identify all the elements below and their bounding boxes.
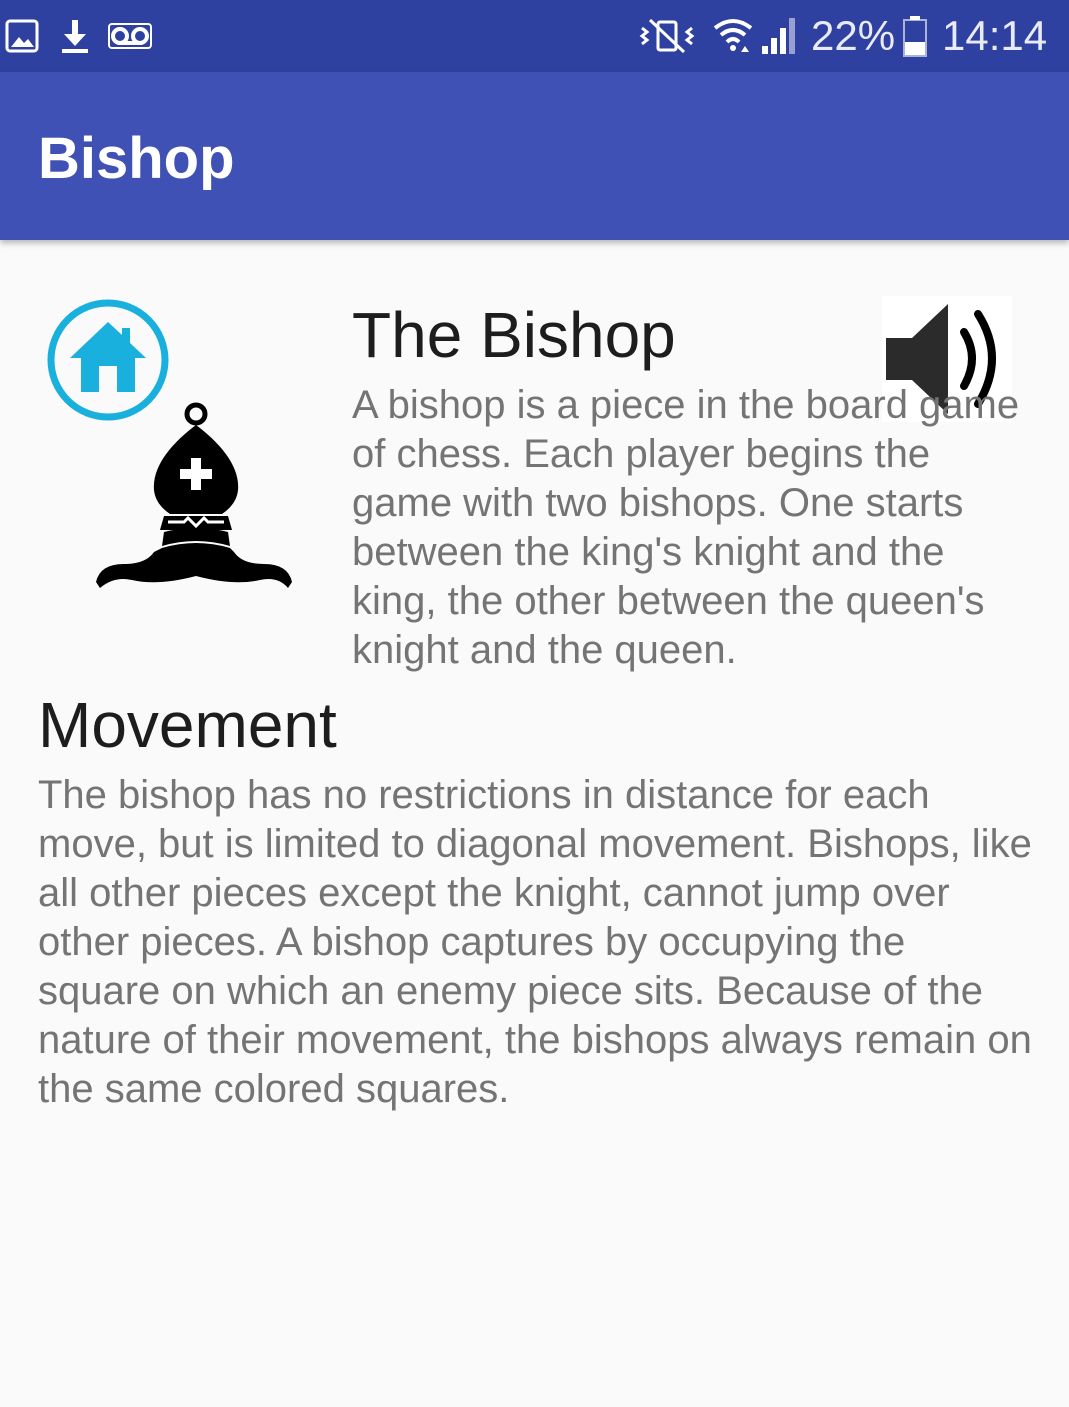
signal-icon xyxy=(762,18,795,54)
battery-icon xyxy=(903,16,927,57)
voicemail-icon xyxy=(108,23,152,49)
download-icon xyxy=(62,20,88,53)
gallery-icon xyxy=(5,19,39,53)
status-time: 14:14 xyxy=(942,12,1048,59)
app-title: Bishop xyxy=(38,126,235,191)
battery-percent: 22% xyxy=(811,12,896,59)
intro-title: The Bishop xyxy=(352,299,676,371)
vibrate-mute-icon xyxy=(639,18,695,54)
movement-text: The bishop has no restrictions in distan… xyxy=(38,773,1032,1111)
status-bar: 22% 14:14 xyxy=(0,0,1069,72)
intro-text: A bishop is a piece in the board game of… xyxy=(352,383,1020,672)
wifi-icon xyxy=(713,19,753,52)
movement-title: Movement xyxy=(38,689,337,761)
bishop-icon xyxy=(96,402,292,588)
